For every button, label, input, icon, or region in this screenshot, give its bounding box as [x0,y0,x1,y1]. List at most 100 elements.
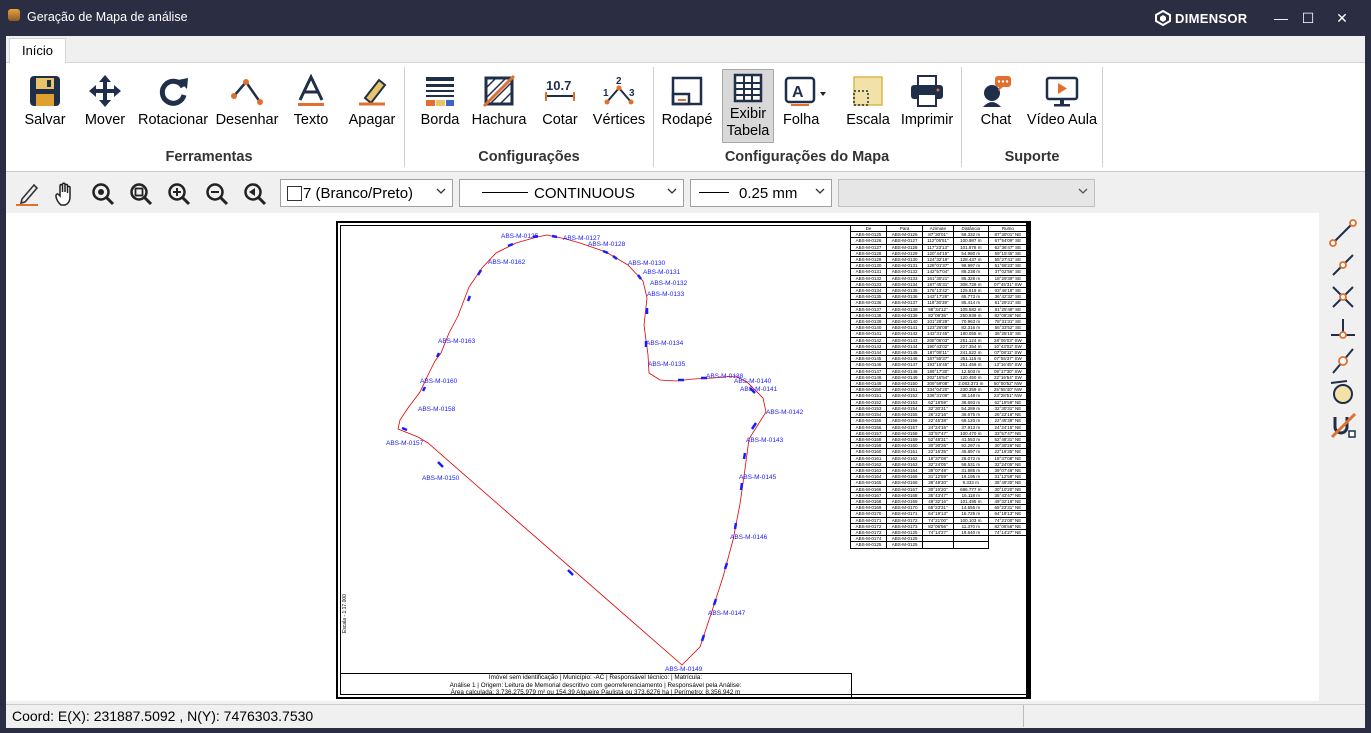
rotacionar-label: Rotacionar [138,112,209,128]
table-cell: 07°08'11" SW [987,349,1029,357]
table-cell: ABS-M-0143 [849,342,888,351]
snap-midpoint-icon[interactable] [1329,251,1357,279]
table-cell: 193°16'45" [922,361,954,369]
texto-button[interactable]: Texto [288,69,334,128]
table-cell: ABS-M-0163 [886,460,924,468]
snap-endpoint-icon[interactable] [1329,219,1357,247]
table-cell: ABS-M-0156 [886,417,924,425]
tab-inicio[interactable]: Início [9,38,66,63]
table-cell: ABS-M-0132 [849,274,888,282]
table-cell: ABS-M-0144 [849,349,888,357]
desenhar-button[interactable]: Desenhar [214,69,280,128]
map-info-footer: Imóvel sem identificação | Município: -A… [340,673,852,698]
svg-text:3: 3 [629,88,635,99]
chat-label: Chat [980,112,1012,128]
table-cell: ABS-M-0147 [886,361,924,369]
table-row: ABS-M-0134 ABS-M-0135 176°13'42" 125.818 m0… [849,287,1029,295]
snap-tangent-icon[interactable] [1329,379,1357,407]
zoom-extents-icon[interactable] [90,181,116,207]
table-cell: ABS-M-0173 [886,522,924,530]
rodape-label: Rodapé [661,112,713,128]
imprimir-button[interactable]: Imprimir [898,69,956,128]
zoom-in-icon[interactable] [166,181,192,207]
pan-hand-icon[interactable] [52,181,78,207]
lineweight-select[interactable]: 0.25 mm [690,179,832,207]
table-cell: 50°00'52" NW [987,380,1029,388]
table-row: ABS-M-0129 ABS-M-0130 124°32'19" 128.437 m5… [849,255,1029,264]
mover-button[interactable]: Mover [78,69,132,128]
escala-button[interactable]: Escala [844,69,892,128]
table-cell: ABS-M-0148 [849,373,888,382]
drawing-toolbar: 7 (Branco/Preto) CONTINUOUS 0.25 mm [6,175,1365,213]
table-cell: ABS-M-0162 [849,460,888,468]
table-row: ABS-M-0168 ABS-M-0169 49°32'16" 101.495 m 49… [849,497,1029,506]
chevron-down-icon [436,188,446,194]
table-cell: ABS-M-0167 [849,491,888,499]
table-cell: 187°08'11" [922,349,954,357]
salvar-button[interactable]: Salvar [20,69,70,128]
table-cell: 336°31'09" [922,392,954,400]
vertex-label: ABS-M-0128 [588,241,626,248]
vertex-label: ABS-M-0125 [501,233,539,240]
chat-button[interactable]: Chat [974,69,1018,128]
sheet-icon: A [784,76,826,106]
table-cell: 189°17'30" [922,367,954,375]
drawing-canvas[interactable]: ABS-M-0125 ABS-M-0127 ABS-M-0128 ABS-M-0… [6,213,1319,701]
table-cell: ABS-M-0139 [886,311,924,320]
zoom-previous-icon[interactable] [242,181,268,207]
exibir-tabela-button[interactable]: Exibir Tabela [722,69,774,143]
table-cell: ABS-M-0127 [886,237,924,245]
table-cell: 117°23'13" [922,243,954,251]
snap-nearest-icon[interactable] [1329,347,1357,375]
table-cell: ABS-M-0157 [886,423,924,431]
ribbon: Salvar Mover Rotacionar Desenhar Texto A… [6,63,1365,172]
rodape-button[interactable]: Rodapé [660,69,714,128]
table-cell: ABS-M-0141 [886,324,924,332]
table-cell: ABS-M-0140 [849,324,888,332]
zoom-out-icon[interactable] [204,181,230,207]
linetype-select[interactable]: CONTINUOUS [459,179,684,207]
boundary-markers [401,234,758,642]
table-cell: ABS-M-0136 [886,293,924,301]
rotacionar-button[interactable]: Rotacionar [138,69,208,128]
table-cell: 124°32'19" [922,255,954,264]
table-row: ABS-M-0128 ABS-M-0129 120°44'15" 54.980 m 59… [849,249,1029,258]
folha-button[interactable]: A Folha [780,69,830,128]
layer-select[interactable] [838,179,1095,207]
hachura-button[interactable]: Hachura [470,69,528,128]
snap-perpendicular-icon[interactable] [1329,315,1357,343]
minimize-button[interactable]: — [1266,6,1296,30]
vertices-button[interactable]: 123 Vértices [592,69,646,128]
maximize-button[interactable]: ☐ [1293,6,1323,30]
table-row: ABS-M-0139 ABS-M-0140 101°28'29" 70.963 m 78… [849,318,1029,326]
table-row: ABS-M-0159 ABS-M-0160 30°30'26" 92.297 m 30°… [849,442,1029,450]
table-cell: ABS-M-0164 [886,466,924,475]
dimensor-logo-icon [1155,9,1171,27]
video-aula-button[interactable]: Vídeo Aula [1026,69,1098,128]
chat-icon [983,76,1011,107]
table-cell: ABS-M-0128 [849,249,888,258]
save-icon [30,76,60,106]
table-cell: ABS-M-0135 [849,293,888,301]
table-cell: 142°57'04" [922,268,954,276]
close-button[interactable]: ✕ [1327,6,1357,30]
table-cell: ABS-M-0160 [886,442,924,450]
table-cell: ABS-M-0144 [886,342,924,351]
snap-intersection-icon[interactable] [1329,283,1357,311]
table-cell: 28°06'03" SW [987,336,1029,344]
table-row: ABS-M-0138 ABS-M-0139 82°08'36" 250.938 m 82… [849,311,1029,320]
cotar-button[interactable]: 10.7 Cotar [536,69,584,128]
apagar-button[interactable]: Apagar [346,69,398,128]
color-select[interactable]: 7 (Branco/Preto) [280,179,453,207]
table-cell: ABS-M-0158 [886,429,924,437]
table-row: ABS-M-0173 ABS-M-0125 74°14'27" 19.640 m 74°… [849,528,1029,537]
table-row: ABS-M-0151 ABS-M-0152 336°31'09" 38.148 m 23… [849,392,1029,400]
snap-toggle-icon[interactable] [1329,411,1357,439]
borda-button[interactable]: Borda [416,69,464,128]
table-cell: ABS-M-0154 [849,411,888,419]
zoom-window-icon[interactable] [128,181,154,207]
table-row: ABS-M-0156 ABS-M-0157 24°24'15" 37.913 m 24°… [849,423,1029,431]
pencil-icon[interactable] [14,181,40,207]
table-cell: ABS-M-0166 [886,479,924,487]
table-cell: ABS-M-0155 [849,417,888,425]
